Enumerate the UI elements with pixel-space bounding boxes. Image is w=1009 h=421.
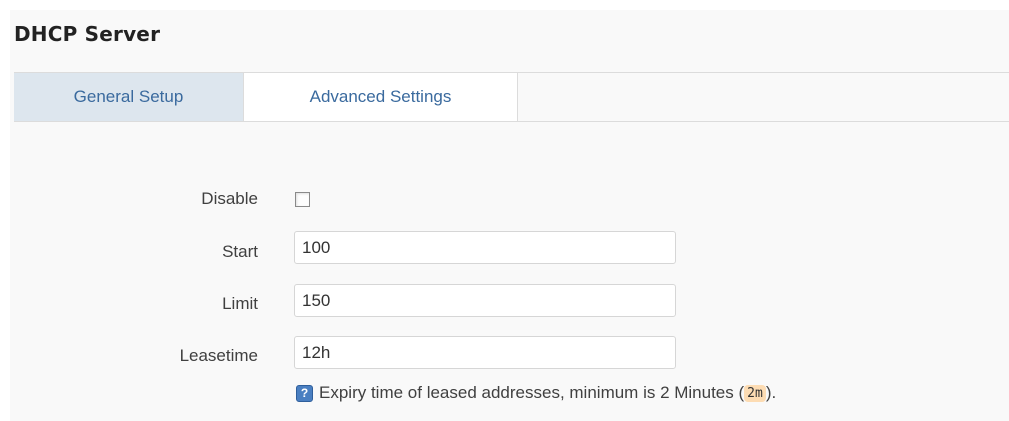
tab-general-setup[interactable]: General Setup [14,73,243,121]
tab-bar: General Setup Advanced Settings [14,72,1009,122]
limit-input[interactable] [294,284,676,317]
leasetime-input[interactable] [294,336,676,369]
leasetime-label: Leasetime [179,346,258,365]
help-icon: ? [296,384,313,402]
help-text-prefix: Expiry time of leased addresses, minimum… [319,383,745,402]
start-input[interactable] [294,231,676,264]
section-title: DHCP Server [14,22,161,46]
help-code: 2m [744,384,766,402]
limit-label: Limit [222,294,258,313]
start-label: Start [222,242,258,261]
leasetime-help-text: ? Expiry time of leased addresses, minim… [296,383,776,403]
disable-label: Disable [201,189,258,208]
help-text-suffix: ). [765,383,777,402]
disable-checkbox[interactable] [295,192,310,207]
tab-advanced-settings[interactable]: Advanced Settings [243,73,518,121]
